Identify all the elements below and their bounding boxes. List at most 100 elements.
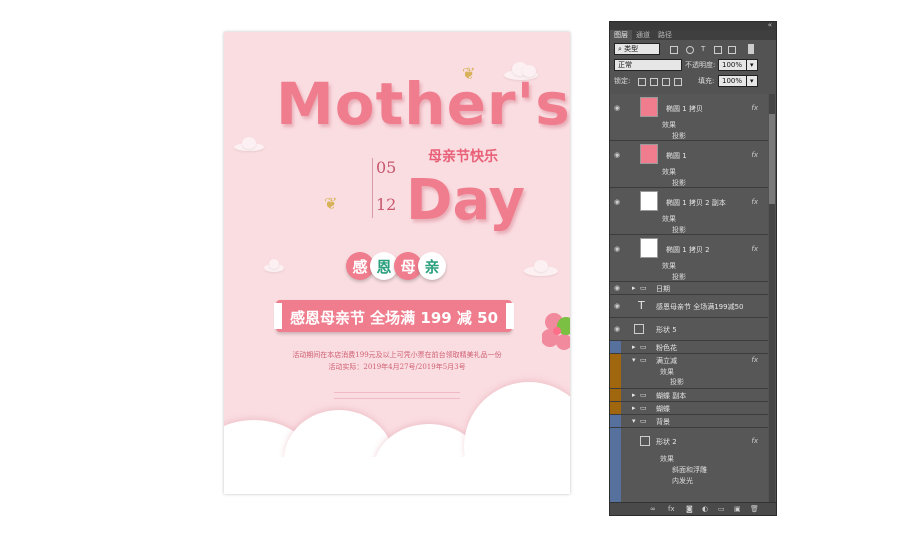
title-mothers: Mother's — [276, 70, 570, 138]
shape-layer-icon — [634, 324, 644, 334]
tab-layers[interactable]: 图层 — [610, 30, 632, 40]
layer-name[interactable]: 形状 2 — [656, 437, 677, 447]
layer-name[interactable]: 日期 — [656, 284, 670, 294]
layer-name[interactable]: 感恩母亲节 全场满199减50 — [656, 302, 744, 312]
mask-icon[interactable]: ◙ — [686, 505, 693, 513]
date-month: 05 — [376, 158, 397, 177]
filter-kind-select[interactable]: ⌕ 类型 — [614, 43, 660, 55]
blend-mode-select[interactable]: 正常 — [614, 59, 682, 71]
adjustment-filter-icon[interactable] — [686, 46, 694, 54]
layer-row[interactable]: ◉ T 感恩母亲节 全场满199减50 — [610, 295, 768, 318]
shape-layer-icon — [640, 436, 650, 446]
layers-panel: « 图层 通道 路径 ⌕ 类型 T 正常 不透明度: 100% ▾ 锁定: 填充… — [609, 21, 777, 516]
layer-name[interactable]: 椭圆 1 拷贝 2 副本 — [666, 198, 726, 208]
layer-row[interactable]: ◉ 椭圆 1 fx 效果 投影 — [610, 141, 768, 188]
layers-list: ◉ 椭圆 1 拷贝 fx 效果 投影 ◉ 椭圆 1 fx 效果 投影 ◉ 椭圆 … — [610, 94, 768, 504]
collapse-arrow-icon[interactable]: ▾ — [632, 417, 636, 425]
expand-arrow-icon[interactable]: ▸ — [632, 343, 636, 351]
new-group-icon[interactable]: ▭ — [718, 505, 725, 513]
panel-titlebar[interactable]: « — [610, 21, 776, 30]
layer-name[interactable]: 粉色花 — [656, 343, 677, 353]
lock-all-icon[interactable] — [674, 78, 682, 86]
expand-arrow-icon[interactable]: ▸ — [632, 404, 636, 412]
layer-group-row[interactable]: ◉ ▸ ▭ 日期 — [610, 282, 768, 295]
layer-name[interactable]: 蝴蝶 副本 — [656, 391, 686, 401]
layer-row[interactable]: ◉ 椭圆 1 拷贝 fx 效果 投影 — [610, 94, 768, 141]
link-icon[interactable]: ∞ — [650, 505, 656, 513]
layer-effect-item: 投影 — [672, 273, 686, 281]
layer-group-row[interactable]: ▸ ▭ 蝴蝶 副本 — [610, 389, 768, 402]
layer-row[interactable]: ◉ 椭圆 1 拷贝 2 fx 效果 投影 — [610, 235, 768, 282]
new-layer-icon[interactable]: ▣ — [734, 505, 741, 513]
fx-icon[interactable]: fx — [751, 104, 758, 112]
fx-icon[interactable]: fx — [751, 356, 758, 364]
fx-icon[interactable]: fx — [751, 198, 758, 206]
layer-thumbnail — [640, 97, 658, 117]
eye-icon[interactable]: ◉ — [614, 198, 620, 206]
folder-icon: ▭ — [640, 417, 647, 425]
eye-icon[interactable]: ◉ — [614, 151, 620, 159]
flower-icon — [542, 313, 570, 350]
eye-icon[interactable]: ◉ — [614, 325, 620, 333]
layer-group-row[interactable]: ▾ ▭ 满立减 fx 效果 投影 — [610, 354, 768, 389]
opacity-field[interactable]: 100% — [718, 59, 748, 71]
lock-position-icon[interactable] — [662, 78, 670, 86]
promo-banner-text: 感恩母亲节 全场满 199 减 50 — [289, 309, 499, 327]
trash-icon[interactable]: 🗑 — [750, 505, 759, 513]
eye-icon[interactable]: ◉ — [614, 104, 620, 112]
layer-name[interactable]: 椭圆 1 — [666, 151, 687, 161]
layer-group-row[interactable]: ▸ ▭ 粉色花 — [610, 341, 768, 354]
layer-group-row[interactable]: ▸ ▭ 蝴蝶 — [610, 402, 768, 415]
shape-filter-icon[interactable] — [714, 46, 722, 54]
fx-icon[interactable]: fx — [751, 245, 758, 253]
smart-object-filter-icon[interactable] — [728, 46, 736, 54]
lock-pixels-icon[interactable] — [650, 78, 658, 86]
expand-arrow-icon[interactable]: ▸ — [632, 284, 636, 292]
layer-group-row[interactable]: ▾ ▭ 背景 — [610, 415, 768, 428]
tab-channels[interactable]: 通道 — [632, 30, 654, 40]
eye-icon[interactable]: ◉ — [614, 245, 620, 253]
opacity-dropdown[interactable]: ▾ — [746, 59, 758, 71]
adjustment-icon[interactable]: ◐ — [702, 505, 708, 513]
butterfly-icon: ❦ — [324, 194, 338, 213]
fill-dropdown[interactable]: ▾ — [746, 75, 758, 87]
fx-icon[interactable]: fx — [751, 151, 758, 159]
collapse-icon[interactable]: « — [768, 21, 772, 29]
layer-effects-label: 效果 — [660, 455, 674, 463]
layer-effect-item: 投影 — [672, 226, 686, 234]
layers-scrollbar[interactable] — [769, 94, 775, 504]
layer-name[interactable]: 椭圆 1 拷贝 — [666, 104, 703, 114]
filter-toggle-icon[interactable] — [748, 44, 754, 54]
layer-row[interactable]: ◉ 椭圆 1 拷贝 2 副本 fx 效果 投影 — [610, 188, 768, 235]
layer-thumbnail — [640, 144, 658, 164]
fx-button-icon[interactable]: fx — [668, 505, 675, 513]
lock-transparent-icon[interactable] — [638, 78, 646, 86]
eye-icon[interactable]: ◉ — [614, 284, 620, 292]
panel-bottom-toolbar: ∞ fx ◙ ◐ ▭ ▣ 🗑 — [610, 502, 776, 515]
layer-name[interactable]: 背景 — [656, 417, 670, 427]
title-chinese: 母亲节快乐 — [428, 149, 498, 165]
layer-name[interactable]: 椭圆 1 拷贝 2 — [666, 245, 710, 255]
date-day: 12 — [376, 195, 397, 214]
collapse-arrow-icon[interactable]: ▾ — [632, 356, 636, 364]
scrollbar-thumb[interactable] — [769, 114, 775, 204]
panel-tabs: 图层 通道 路径 — [610, 30, 776, 40]
fx-icon[interactable]: fx — [751, 437, 758, 445]
layer-name[interactable]: 满立减 — [656, 356, 677, 366]
fill-field[interactable]: 100% — [718, 75, 748, 87]
layer-effect-item: 斜面和浮雕 — [672, 466, 707, 474]
layer-name[interactable]: 形状 5 — [656, 325, 677, 335]
layer-name[interactable]: 蝴蝶 — [656, 404, 670, 414]
promo-banner: 感恩母亲节 全场满 199 减 50 — [274, 300, 514, 332]
tab-paths[interactable]: 路径 — [654, 30, 676, 40]
layer-row[interactable]: 形状 2 fx 效果 斜面和浮雕 内发光 — [610, 428, 768, 504]
layer-row[interactable]: ◉ 形状 5 — [610, 318, 768, 341]
type-filter-icon[interactable]: T — [701, 44, 705, 54]
expand-arrow-icon[interactable]: ▸ — [632, 391, 636, 399]
folder-icon: ▭ — [640, 343, 647, 351]
decorative-lines — [334, 392, 460, 404]
poster-canvas: ❦ ❦ Mother's 05 12 母亲节快乐 Day 感 恩 母 亲 感恩母… — [224, 32, 570, 494]
layer-effects-label: 效果 — [662, 168, 676, 176]
image-filter-icon[interactable] — [670, 46, 678, 54]
eye-icon[interactable]: ◉ — [614, 302, 620, 310]
